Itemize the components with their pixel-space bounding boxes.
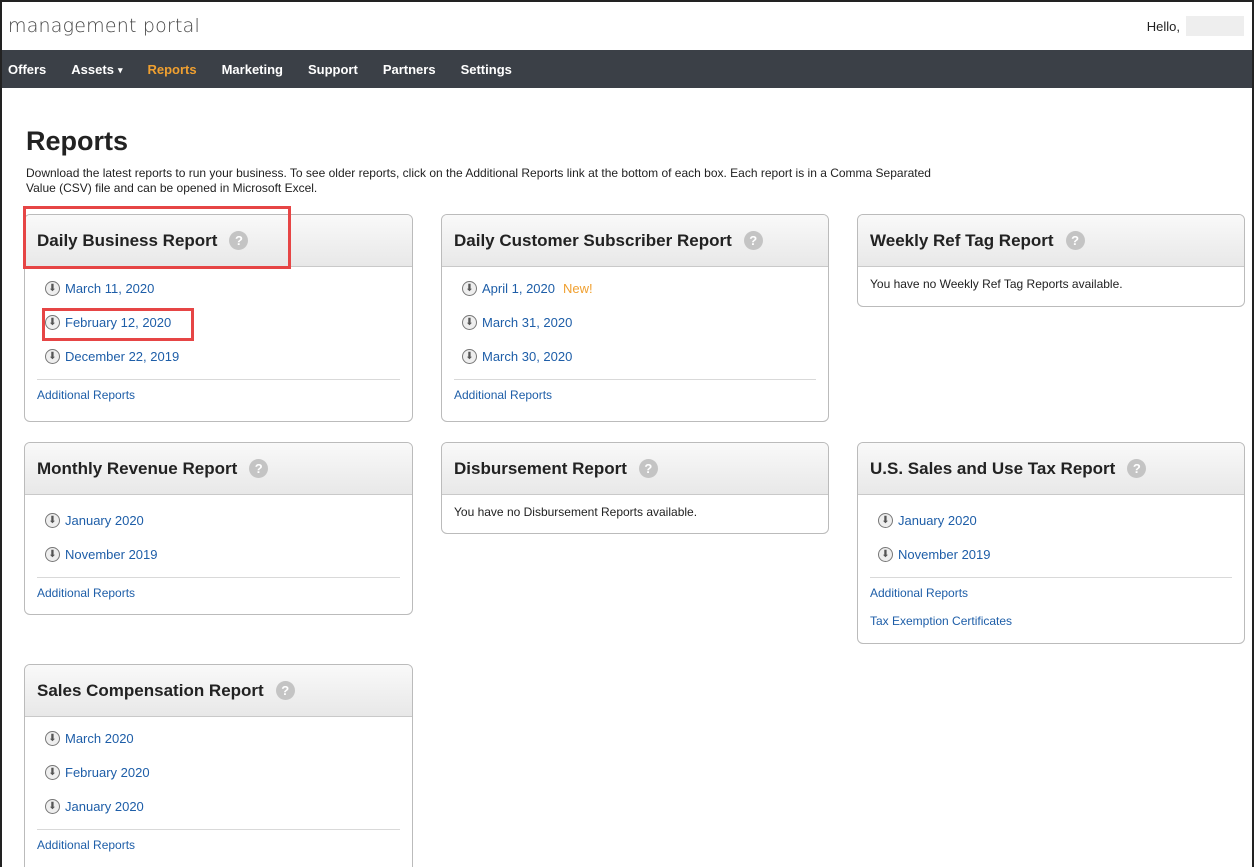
card-header: U.S. Sales and Use Tax Report ? <box>858 443 1244 495</box>
help-icon[interactable]: ? <box>275 681 295 700</box>
additional-reports-link[interactable]: Additional Reports <box>37 380 400 408</box>
report-date: March 2020 <box>65 731 134 746</box>
report-download-link[interactable]: ⬇ January 2020 <box>870 511 1232 537</box>
main-nav: Offers Assets ▾ Reports Marketing Support… <box>2 50 1252 88</box>
report-download-link[interactable]: ⬇ November 2019 <box>37 537 400 571</box>
highlight-annotation-report-link <box>42 308 194 341</box>
report-date: January 2020 <box>65 798 144 814</box>
nav-support[interactable]: Support <box>308 62 358 77</box>
card-title: U.S. Sales and Use Tax Report <box>870 458 1116 478</box>
empty-message: You have no Disbursement Reports availab… <box>454 505 698 519</box>
download-icon: ⬇ <box>878 513 893 528</box>
report-date: December 22, 2019 <box>65 348 180 364</box>
help-icon[interactable]: ? <box>1127 459 1147 478</box>
additional-reports-link[interactable]: Additional Reports <box>37 830 400 858</box>
report-download-link[interactable]: ⬇ January 2020 <box>37 511 400 537</box>
download-icon: ⬇ <box>878 546 893 562</box>
top-bar: management portal Hello, <box>2 2 1252 50</box>
empty-message: You have no Weekly Ref Tag Reports avail… <box>870 277 1123 291</box>
download-icon: ⬇ <box>462 314 477 330</box>
additional-reports-link[interactable]: Additional Reports <box>870 578 1232 606</box>
download-icon: ⬇ <box>45 731 60 746</box>
help-icon[interactable]: ? <box>638 459 658 478</box>
help-icon[interactable]: ? <box>249 459 269 478</box>
nav-partners[interactable]: Partners <box>383 62 436 77</box>
app-frame: management portal Hello, Offers Assets ▾ … <box>0 0 1254 867</box>
report-date: March 30, 2020 <box>482 348 573 364</box>
user-greeting: Hello, <box>1147 16 1244 36</box>
card-header: Monthly Revenue Report ? <box>25 443 412 495</box>
nav-assets-label: Assets <box>71 61 114 77</box>
report-date: November 2019 <box>898 546 991 562</box>
nav-marketing[interactable]: Marketing <box>222 62 283 77</box>
report-date: November 2019 <box>65 546 158 562</box>
user-name-redacted[interactable] <box>1186 16 1244 36</box>
tax-exemption-certificates-link[interactable]: Tax Exemption Certificates <box>870 606 1232 634</box>
nav-settings[interactable]: Settings <box>461 62 512 77</box>
nav-reports[interactable]: Reports <box>147 62 196 77</box>
card-body: ⬇ January 2020 ⬇ November 2019 Additional … <box>858 495 1244 634</box>
card-daily-customer-subscriber-report: Daily Customer Subscriber Report ? ⬇ Apri… <box>441 214 829 422</box>
report-download-link[interactable]: ⬇ January 2020 <box>37 789 400 823</box>
card-header: Sales Compensation Report ? <box>25 665 412 717</box>
card-monthly-revenue-report: Monthly Revenue Report ? ⬇ January 2020 ⬇… <box>24 442 413 615</box>
card-weekly-ref-tag-report: Weekly Ref Tag Report ? You have no Week… <box>857 214 1245 307</box>
report-download-link[interactable]: ⬇ November 2019 <box>870 537 1232 571</box>
nav-assets[interactable]: Assets ▾ <box>71 62 122 77</box>
download-icon: ⬇ <box>462 348 477 364</box>
report-date: January 2020 <box>898 513 977 528</box>
chevron-down-icon: ▾ <box>117 64 123 75</box>
download-icon: ⬇ <box>462 281 477 296</box>
download-icon: ⬇ <box>45 348 60 364</box>
page-title: Reports <box>26 126 129 156</box>
report-download-link[interactable]: ⬇ February 2020 <box>37 755 400 789</box>
report-download-link[interactable]: ⬇ December 22, 2019 <box>37 339 400 373</box>
card-title: Sales Compensation Report <box>37 680 264 700</box>
report-download-link[interactable]: ⬇ March 2020 <box>37 729 400 755</box>
additional-reports-link[interactable]: Additional Reports <box>454 380 816 408</box>
card-header: Disbursement Report ? <box>442 443 828 495</box>
card-us-sales-use-tax-report: U.S. Sales and Use Tax Report ? ⬇ January… <box>857 442 1245 644</box>
report-date: April 1, 2020 <box>482 281 555 296</box>
report-download-link[interactable]: ⬇ March 31, 2020 <box>454 305 816 339</box>
report-date: February 2020 <box>65 764 150 780</box>
additional-reports-link[interactable]: Additional Reports <box>37 578 400 606</box>
download-icon: ⬇ <box>45 546 60 562</box>
report-download-link[interactable]: ⬇ March 11, 2020 <box>37 279 400 305</box>
report-date: March 31, 2020 <box>482 314 573 330</box>
help-icon[interactable]: ? <box>1065 231 1085 250</box>
report-download-link[interactable]: ⬇ March 30, 2020 <box>454 339 816 373</box>
highlight-annotation-card-title <box>23 206 291 269</box>
download-icon: ⬇ <box>45 513 60 528</box>
download-icon: ⬇ <box>45 764 60 780</box>
card-body: ⬇ January 2020 ⬇ November 2019 Additional … <box>25 495 412 606</box>
card-sales-compensation-report: Sales Compensation Report ? ⬇ March 2020 … <box>24 664 413 867</box>
card-body: ⬇ March 2020 ⬇ February 2020 ⬇ January 2020… <box>25 717 412 858</box>
card-title: Weekly Ref Tag Report <box>870 230 1054 250</box>
brand-logo: management portal <box>8 15 200 37</box>
card-header: Daily Customer Subscriber Report ? <box>442 215 828 267</box>
download-icon: ⬇ <box>45 798 60 814</box>
card-header: Weekly Ref Tag Report ? <box>858 215 1244 267</box>
report-date: January 2020 <box>65 513 144 528</box>
card-title: Disbursement Report <box>454 458 627 478</box>
download-icon: ⬇ <box>45 281 60 296</box>
card-body: ⬇ April 1, 2020 New! ⬇ March 31, 2020 ⬇ Marc… <box>442 267 828 408</box>
report-date: March 11, 2020 <box>65 281 155 296</box>
help-icon[interactable]: ? <box>743 231 763 250</box>
card-body: You have no Disbursement Reports availab… <box>442 495 828 519</box>
new-badge: New! <box>563 281 593 296</box>
card-title: Monthly Revenue Report <box>37 458 238 478</box>
nav-offers[interactable]: Offers <box>8 62 46 77</box>
report-download-link[interactable]: ⬇ April 1, 2020 New! <box>454 279 816 305</box>
card-disbursement-report: Disbursement Report ? You have no Disbur… <box>441 442 829 534</box>
greeting-text: Hello, <box>1146 18 1180 34</box>
card-title: Daily Customer Subscriber Report <box>454 230 732 250</box>
card-body: You have no Weekly Ref Tag Reports avail… <box>858 267 1244 291</box>
page-intro: Download the latest reports to run your … <box>26 166 931 195</box>
